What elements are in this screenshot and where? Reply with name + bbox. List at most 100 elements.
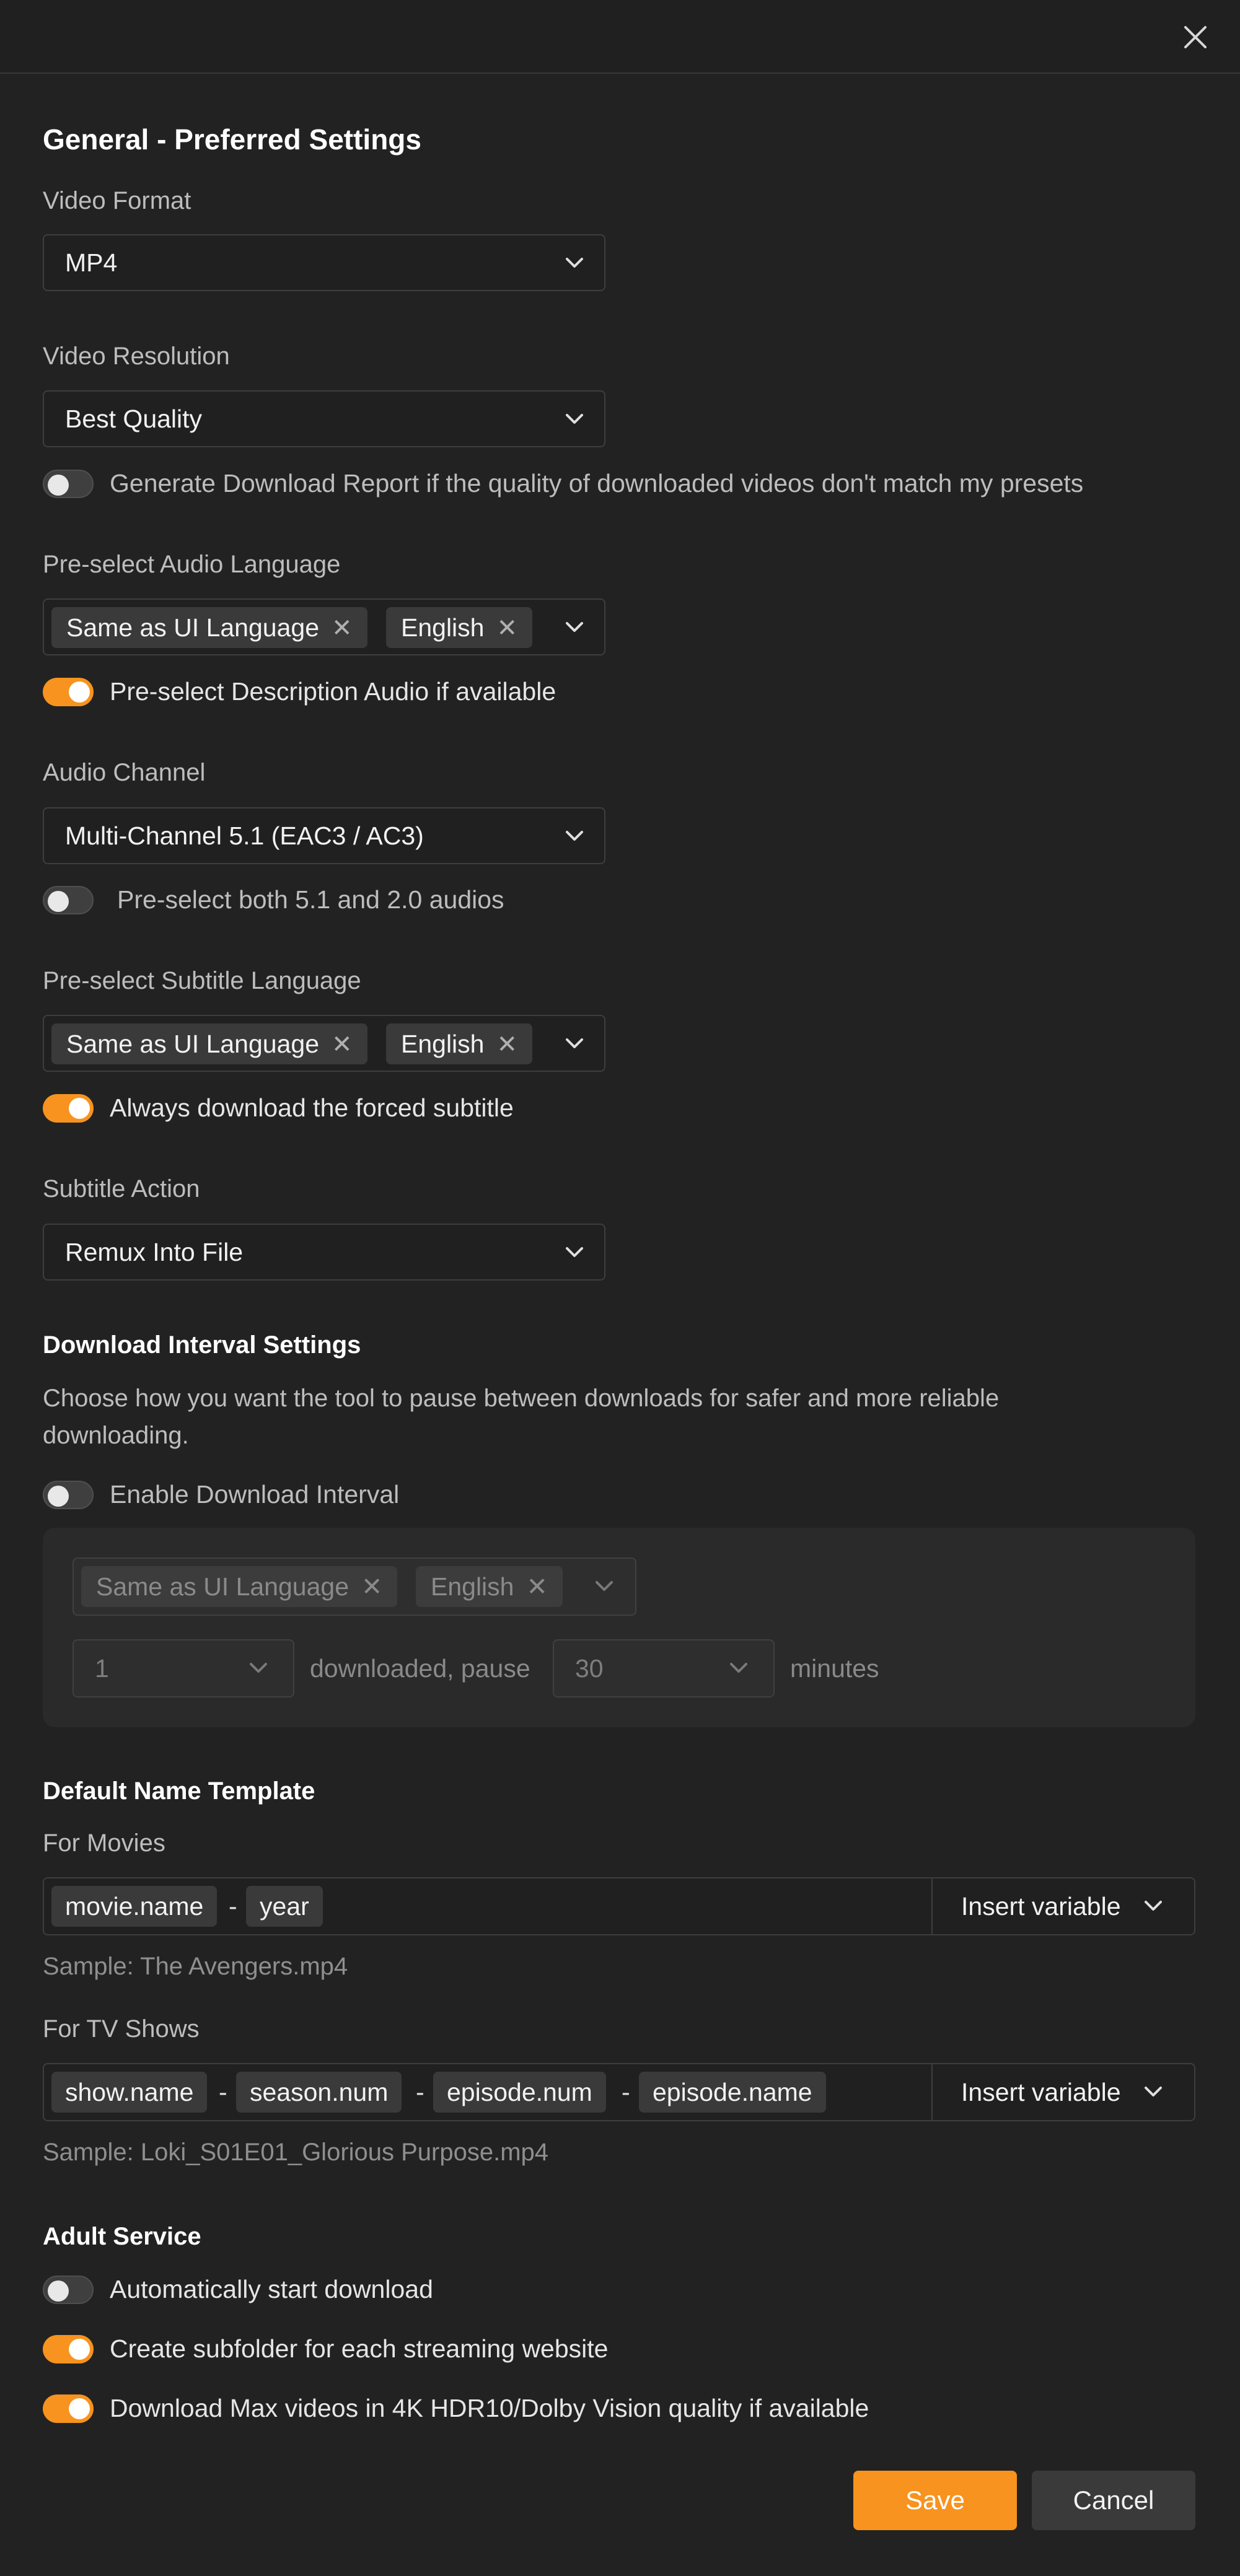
tv-template-label: For TV Shows [43, 2015, 200, 2043]
template-chip[interactable]: show.name [51, 2072, 208, 2113]
audio-tag-ui-language: Same as UI Language ✕ [51, 607, 367, 648]
x-icon: ✕ [361, 1572, 383, 1601]
enable-interval-toggle[interactable] [43, 1481, 94, 1509]
download-report-toggle[interactable] [43, 470, 94, 498]
x-icon[interactable]: ✕ [496, 615, 517, 642]
subfolder-toggle[interactable] [43, 2335, 94, 2364]
tag-label: Same as UI Language [66, 613, 319, 642]
toggle-knob [69, 2339, 90, 2360]
chevron-down-icon[interactable] [565, 618, 584, 636]
max-4k-label: Download Max videos in 4K HDR10/Dolby Vi… [110, 2394, 869, 2422]
chevron-down-icon [566, 258, 583, 268]
interval-tag-english: English ✕ [416, 1566, 563, 1607]
download-report-label: Generate Download Report if the quality … [110, 469, 1084, 497]
audio-language-label: Pre-select Audio Language [43, 551, 341, 578]
name-template-heading: Default Name Template [43, 1777, 315, 1805]
audio-channel-value: Multi-Channel 5.1 (EAC3 / AC3) [65, 821, 424, 850]
audio-language-select[interactable]: Same as UI Language ✕ English ✕ [43, 598, 605, 655]
tag-label: English [401, 613, 485, 642]
video-format-value: MP4 [65, 248, 118, 277]
video-format-select[interactable]: MP4 [43, 234, 605, 291]
chevron-down-icon [1145, 1901, 1162, 1911]
subtitle-action-label: Subtitle Action [43, 1175, 200, 1203]
video-resolution-label: Video Resolution [43, 343, 230, 370]
max-4k-toggle[interactable] [43, 2394, 94, 2423]
video-resolution-select[interactable]: Best Quality [43, 390, 605, 447]
x-icon[interactable]: ✕ [332, 1031, 353, 1058]
both-audios-toggle[interactable] [43, 886, 94, 914]
video-resolution-value: Best Quality [65, 405, 203, 433]
general-settings-heading: General - Preferred Settings [43, 123, 421, 156]
auto-start-toggle[interactable] [43, 2276, 94, 2304]
toggle-knob [48, 891, 69, 912]
forced-subtitle-label: Always download the forced subtitle [110, 1093, 514, 1122]
subtitle-action-select[interactable]: Remux Into File [43, 1224, 605, 1281]
audio-channel-select[interactable]: Multi-Channel 5.1 (EAC3 / AC3) [43, 807, 605, 864]
adult-service-heading: Adult Service [43, 2223, 201, 2250]
template-chip[interactable]: season.num [236, 2072, 402, 2113]
chevron-down-icon [566, 1247, 583, 1257]
description-audio-label: Pre-select Description Audio if availabl… [110, 677, 556, 706]
subtitle-action-value: Remux Into File [65, 1238, 244, 1266]
subtitle-tag-ui-language: Same as UI Language ✕ [51, 1023, 367, 1064]
x-icon[interactable]: ✕ [496, 1031, 517, 1058]
forced-subtitle-toggle[interactable] [43, 1094, 94, 1123]
subtitle-tag-english: English ✕ [386, 1023, 532, 1064]
interval-language-select: Same as UI Language ✕ English ✕ [73, 1557, 636, 1616]
chevron-down-icon [1145, 2087, 1162, 2096]
template-chip[interactable]: movie.name [51, 1886, 218, 1927]
interval-pause-value: 30 [575, 1654, 604, 1683]
audio-tag-english: English ✕ [386, 607, 532, 648]
chevron-down-icon [566, 831, 583, 841]
both-audios-label: Pre-select both 5.1 and 2.0 audios [117, 885, 504, 914]
movies-sample-text: Sample: The Avengers.mp4 [43, 1953, 348, 1980]
toggle-knob [48, 1486, 69, 1507]
interval-settings-panel: Same as UI Language ✕ English ✕ 1 download… [43, 1528, 1195, 1727]
subtitle-language-select[interactable]: Same as UI Language ✕ English ✕ [43, 1015, 605, 1072]
tv-template-field[interactable]: show.name - season.num - episode.num - e… [43, 2063, 1195, 2121]
save-button[interactable]: Save [853, 2471, 1017, 2530]
close-icon[interactable] [1181, 22, 1210, 52]
movies-template-field[interactable]: movie.name - year Insert variable [43, 1877, 1195, 1935]
template-chip[interactable]: year [246, 1886, 323, 1927]
subfolder-label: Create subfolder for each streaming webs… [110, 2334, 609, 2363]
chevron-down-icon [566, 414, 583, 424]
audio-channel-label: Audio Channel [43, 759, 206, 786]
toggle-knob [69, 2398, 90, 2419]
tag-label: Same as UI Language [96, 1572, 349, 1601]
tv-sample-text: Sample: Loki_S01E01_Glorious Purpose.mp4 [43, 2139, 549, 2166]
template-separator: - [622, 2078, 630, 2106]
movies-insert-variable-button[interactable]: Insert variable [931, 1878, 1194, 1934]
cancel-button[interactable]: Cancel [1032, 2471, 1195, 2530]
insert-variable-label: Insert variable [961, 1892, 1121, 1921]
enable-interval-label: Enable Download Interval [110, 1480, 400, 1509]
auto-start-label: Automatically start download [110, 2275, 433, 2303]
description-audio-toggle[interactable] [43, 678, 94, 706]
interval-tag-ui-language: Same as UI Language ✕ [81, 1566, 398, 1607]
toggle-knob [69, 681, 90, 703]
interval-middle-text: downloaded, pause [310, 1654, 530, 1683]
tv-insert-variable-button[interactable]: Insert variable [931, 2064, 1194, 2120]
interval-pause-select: 30 [553, 1639, 775, 1698]
video-format-label: Video Format [43, 187, 191, 214]
interval-count-select: 1 [73, 1639, 294, 1698]
chevron-down-icon [730, 1663, 747, 1673]
insert-variable-label: Insert variable [961, 2078, 1121, 2106]
template-separator: - [219, 2078, 227, 2106]
x-icon[interactable]: ✕ [332, 615, 353, 642]
settings-dialog: General - Preferred Settings Video Forma… [0, 0, 1240, 2576]
tag-label: Same as UI Language [66, 1030, 319, 1058]
dialog-header [0, 0, 1240, 74]
template-separator: - [416, 2078, 424, 2106]
toggle-knob [48, 475, 69, 496]
template-chip[interactable]: episode.name [639, 2072, 826, 2113]
subtitle-language-label: Pre-select Subtitle Language [43, 967, 361, 994]
chevron-down-icon [250, 1663, 267, 1673]
movies-template-label: For Movies [43, 1829, 165, 1857]
chevron-down-icon[interactable] [565, 1035, 584, 1052]
tag-label: English [401, 1030, 485, 1058]
chevron-down-icon [596, 1581, 613, 1591]
template-separator: - [229, 1892, 237, 1921]
interval-count-value: 1 [95, 1654, 109, 1683]
template-chip[interactable]: episode.num [433, 2072, 606, 2113]
